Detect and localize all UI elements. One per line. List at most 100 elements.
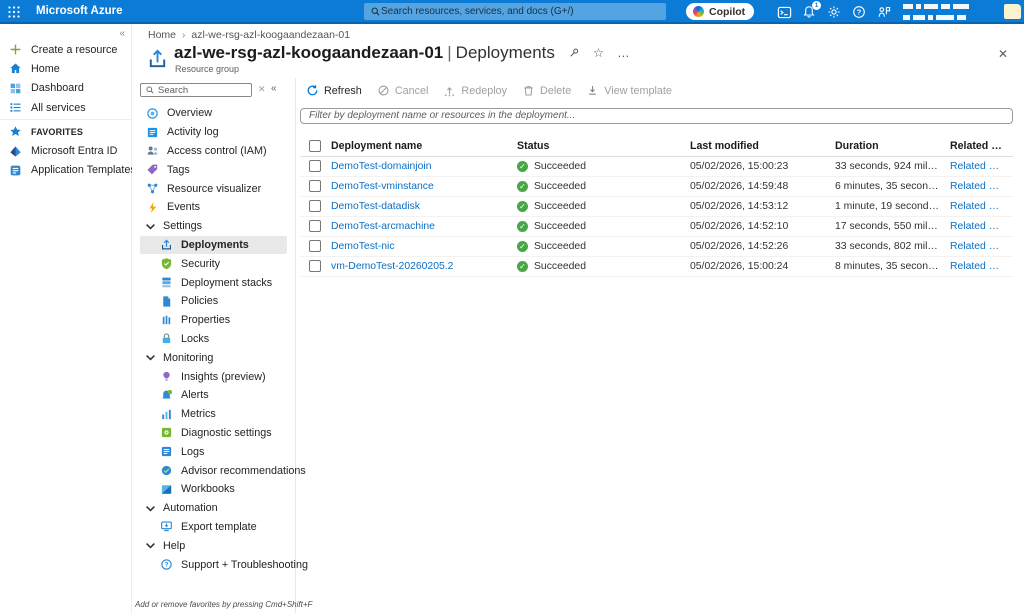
menu-group-settings[interactable]: Settings bbox=[140, 217, 287, 236]
sidebar-item-all-services[interactable]: All services bbox=[0, 98, 131, 117]
menu-item-policies[interactable]: Policies bbox=[140, 292, 287, 311]
related-events-link[interactable]: Related events bbox=[950, 161, 1013, 172]
menu-item-advisor-recommendations[interactable]: Advisor recommendations bbox=[140, 461, 306, 480]
menu-item-insights-preview[interactable]: Insights (preview) bbox=[140, 367, 287, 386]
pin-icon[interactable] bbox=[568, 47, 580, 59]
menu-group-monitoring[interactable]: Monitoring bbox=[140, 348, 287, 367]
menu-item-activity-log[interactable]: Activity log bbox=[140, 123, 287, 142]
menu-search[interactable] bbox=[140, 83, 252, 97]
svg-text:?: ? bbox=[857, 8, 862, 17]
menu-item-deployments[interactable]: Deployments bbox=[140, 235, 287, 255]
menu-item-metrics[interactable]: Metrics bbox=[140, 405, 287, 424]
avatar[interactable] bbox=[1004, 4, 1021, 19]
related-events-link[interactable]: Related events bbox=[950, 201, 1013, 212]
col-duration[interactable]: Duration bbox=[835, 140, 950, 152]
row-checkbox[interactable] bbox=[309, 180, 321, 192]
menu-item-properties[interactable]: Properties bbox=[140, 311, 287, 330]
menu-search-input[interactable] bbox=[155, 84, 251, 96]
collapse-menu-icon[interactable]: « bbox=[271, 83, 277, 94]
entra-id-icon bbox=[10, 146, 21, 157]
table-row: DemoTest-arcmachine ✓ Succeeded 05/02/202… bbox=[300, 217, 1013, 237]
favorites-heading: FAVORITES bbox=[0, 122, 131, 141]
menu-item-export-template[interactable]: Export template bbox=[140, 518, 287, 537]
col-last-modified[interactable]: Last modified bbox=[690, 140, 835, 152]
deployment-stacks-icon bbox=[162, 277, 171, 288]
settings-button[interactable] bbox=[826, 4, 842, 20]
related-events-link[interactable]: Related events bbox=[950, 261, 1013, 272]
col-deployment-name[interactable]: Deployment name bbox=[331, 140, 517, 152]
related-events-link[interactable]: Related events bbox=[950, 241, 1013, 252]
deployment-name-link[interactable]: DemoTest-datadisk bbox=[331, 201, 517, 212]
waffle-menu-button[interactable] bbox=[7, 5, 21, 19]
global-search-input[interactable] bbox=[381, 4, 666, 19]
sidebar-item-dashboard[interactable]: Dashboard bbox=[0, 79, 131, 98]
breadcrumb-home-link[interactable]: Home bbox=[148, 29, 176, 41]
status-text: Succeeded bbox=[534, 240, 586, 252]
menu-item-resource-visualizer[interactable]: Resource visualizer bbox=[140, 179, 287, 198]
row-checkbox[interactable] bbox=[309, 240, 321, 252]
sidebar-item-application-templates[interactable]: Application Templates bbox=[0, 161, 136, 180]
related-events-link[interactable]: Related events bbox=[950, 181, 1013, 192]
brand[interactable]: Microsoft Azure bbox=[36, 5, 122, 17]
row-checkbox[interactable] bbox=[309, 220, 321, 232]
row-checkbox[interactable] bbox=[309, 160, 321, 172]
deployment-name-link[interactable]: DemoTest-nic bbox=[331, 241, 517, 252]
cancel-button[interactable]: Cancel bbox=[377, 84, 428, 97]
global-search[interactable] bbox=[364, 3, 666, 20]
close-blade-button[interactable]: ✕ bbox=[998, 47, 1008, 61]
menu-item-overview[interactable]: Overview bbox=[140, 104, 287, 123]
sidebar-item-create-a-resource[interactable]: Create a resource bbox=[0, 40, 131, 59]
favorite-star-icon[interactable]: ☆ bbox=[593, 47, 604, 60]
menu-item-deployment-stacks[interactable]: Deployment stacks bbox=[140, 273, 287, 292]
col-related-events[interactable]: Related events bbox=[950, 140, 1013, 152]
deployment-name-link[interactable]: DemoTest-domainjoin bbox=[331, 161, 517, 172]
filter-input[interactable] bbox=[300, 107, 1013, 124]
advisor-icon bbox=[161, 465, 172, 476]
help-button[interactable]: ? bbox=[851, 4, 867, 20]
redeploy-icon bbox=[445, 87, 455, 97]
menu-item-alerts[interactable]: Alerts bbox=[140, 386, 287, 405]
menu-item-diagnostic-settings[interactable]: Diagnostic settings bbox=[140, 424, 287, 443]
blade-header: Home › azl-we-rsg-azl-koogaandezaan-01 a… bbox=[132, 24, 1024, 78]
notifications-button[interactable]: 1 bbox=[801, 1, 821, 20]
menu-item-security[interactable]: Security bbox=[140, 254, 287, 273]
more-options-icon[interactable]: … bbox=[617, 47, 630, 60]
all-services-icon bbox=[10, 103, 21, 112]
clear-search-icon[interactable]: ✕ bbox=[258, 84, 266, 95]
menu-item-support-troubleshooting[interactable]: ? Support + Troubleshooting bbox=[140, 555, 308, 574]
chevron-down-icon bbox=[146, 543, 155, 549]
deployment-name-link[interactable]: DemoTest-vminstance bbox=[331, 181, 517, 192]
col-status[interactable]: Status bbox=[517, 140, 690, 152]
select-all-checkbox[interactable] bbox=[309, 139, 321, 152]
feedback-button[interactable] bbox=[876, 4, 892, 20]
refresh-button[interactable]: Refresh bbox=[306, 84, 362, 97]
menu-item-workbooks[interactable]: Workbooks bbox=[140, 480, 287, 499]
page-title: azl-we-rsg-azl-koogaandezaan-01 | Deployme… bbox=[174, 43, 555, 62]
sidebar-item-microsoft-entra-id[interactable]: Microsoft Entra ID bbox=[0, 141, 131, 160]
menu-item-events[interactable]: Events bbox=[140, 198, 287, 217]
copilot-button[interactable]: Copilot bbox=[686, 3, 755, 20]
dashboard-icon bbox=[10, 83, 21, 94]
deployment-name-link[interactable]: DemoTest-arcmachine bbox=[331, 221, 517, 232]
user-account-redacted[interactable] bbox=[903, 4, 989, 20]
menu-group-help[interactable]: Help bbox=[140, 536, 287, 555]
sidebar-item-home[interactable]: Home bbox=[0, 59, 131, 78]
collapse-sidebar-icon[interactable]: « bbox=[119, 28, 125, 39]
breadcrumb-separator-icon: › bbox=[182, 29, 186, 41]
row-checkbox[interactable] bbox=[309, 200, 321, 212]
menu-group-automation[interactable]: Automation bbox=[140, 499, 287, 518]
menu-item-logs[interactable]: Logs bbox=[140, 442, 287, 461]
table-row: DemoTest-nic ✓ Succeeded 05/02/2026, 14:5… bbox=[300, 237, 1013, 257]
deployment-name-link[interactable]: vm-DemoTest-20260205.2 bbox=[331, 261, 517, 272]
row-checkbox[interactable] bbox=[309, 260, 321, 272]
redeploy-button[interactable]: Redeploy bbox=[443, 84, 507, 97]
related-events-link[interactable]: Related events bbox=[950, 221, 1013, 232]
menu-item-tags[interactable]: Tags bbox=[140, 160, 287, 179]
cloud-shell-button[interactable] bbox=[776, 4, 792, 20]
menu-item-access-control-iam[interactable]: Access control (IAM) bbox=[140, 142, 287, 161]
last-modified: 05/02/2026, 15:00:23 bbox=[690, 160, 789, 172]
menu-item-locks[interactable]: Locks bbox=[140, 330, 287, 349]
delete-button[interactable]: Delete bbox=[522, 84, 571, 97]
view-template-button[interactable]: View template bbox=[586, 84, 672, 97]
copilot-label: Copilot bbox=[709, 5, 746, 18]
